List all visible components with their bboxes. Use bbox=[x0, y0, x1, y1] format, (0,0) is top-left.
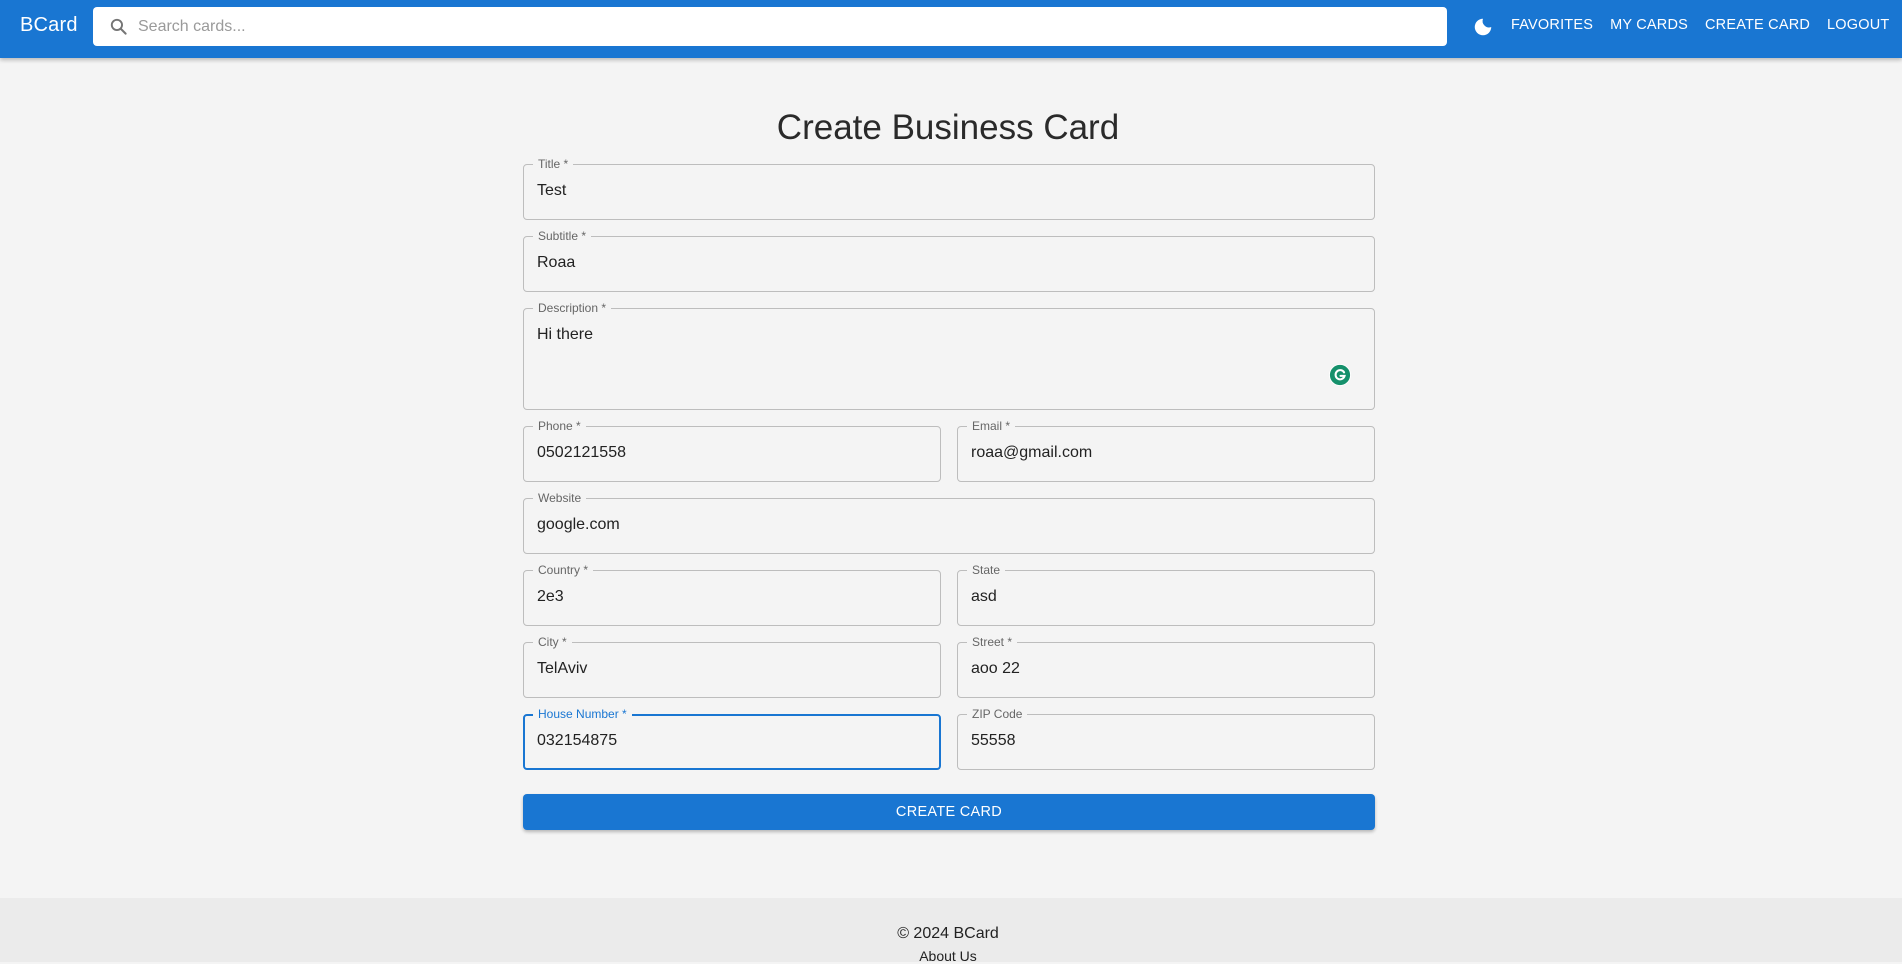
nav-my-cards[interactable]: MY CARDS bbox=[1610, 17, 1688, 33]
email-field[interactable]: Email * roaa@gmail.com bbox=[957, 419, 1375, 482]
app-bar: BCard FAVORITES MY CARDS CREATE CARD LOG… bbox=[0, 0, 1902, 58]
email-field-value[interactable]: roaa@gmail.com bbox=[971, 444, 1092, 462]
nav-create-card[interactable]: CREATE CARD bbox=[1705, 17, 1810, 33]
house-number-field[interactable]: House Number * 032154875 bbox=[523, 707, 941, 770]
city-field[interactable]: City * TelAviv bbox=[523, 635, 941, 698]
description-field-label: Description * bbox=[533, 301, 612, 315]
city-field-value[interactable]: TelAviv bbox=[537, 660, 587, 678]
email-field-label: Email * bbox=[967, 419, 1016, 433]
nav-logout[interactable]: LOGOUT bbox=[1827, 17, 1889, 33]
country-field[interactable]: Country * 2e3 bbox=[523, 563, 941, 626]
street-field-label: Street * bbox=[967, 635, 1018, 649]
country-field-label: Country * bbox=[533, 563, 594, 577]
country-field-value[interactable]: 2e3 bbox=[537, 588, 564, 606]
city-field-label: City * bbox=[533, 635, 572, 649]
zip-field-label: ZIP Code bbox=[967, 707, 1028, 721]
website-field[interactable]: Website google.com bbox=[523, 491, 1375, 554]
title-field[interactable]: Title * Test bbox=[523, 157, 1375, 220]
phone-field-label: Phone * bbox=[533, 419, 586, 433]
street-field[interactable]: Street * aoo 22 bbox=[957, 635, 1375, 698]
state-field-label: State bbox=[967, 563, 1006, 577]
main-nav: FAVORITES MY CARDS CREATE CARD LOGOUT bbox=[1511, 17, 1902, 33]
footer-copyright: © 2024 BCard bbox=[897, 925, 999, 942]
house-number-field-label: House Number * bbox=[533, 707, 632, 721]
house-number-field-value[interactable]: 032154875 bbox=[537, 732, 617, 750]
phone-field[interactable]: Phone * 0502121558 bbox=[523, 419, 941, 482]
state-field-value[interactable]: asd bbox=[971, 588, 997, 606]
nav-favorites[interactable]: FAVORITES bbox=[1511, 17, 1593, 33]
website-field-value[interactable]: google.com bbox=[537, 516, 620, 534]
brand-logo[interactable]: BCard bbox=[20, 14, 78, 37]
search-box[interactable] bbox=[93, 7, 1447, 46]
phone-field-value[interactable]: 0502121558 bbox=[537, 444, 626, 462]
subtitle-field-value[interactable]: Roaa bbox=[537, 254, 575, 272]
title-field-label: Title * bbox=[533, 157, 574, 171]
grammarly-icon[interactable] bbox=[1329, 364, 1351, 386]
subtitle-field-label: Subtitle * bbox=[533, 229, 592, 243]
create-card-button[interactable]: CREATE CARD bbox=[523, 794, 1375, 830]
zip-field[interactable]: ZIP Code 55558 bbox=[957, 707, 1375, 770]
zip-field-value[interactable]: 55558 bbox=[971, 732, 1016, 750]
street-field-value[interactable]: aoo 22 bbox=[971, 660, 1020, 678]
search-input[interactable] bbox=[138, 7, 1428, 46]
state-field[interactable]: State asd bbox=[957, 563, 1375, 626]
footer: © 2024 BCard About Us bbox=[0, 898, 1902, 964]
page-title: Create Business Card bbox=[776, 108, 1120, 147]
website-field-label: Website bbox=[533, 491, 587, 505]
search-icon bbox=[110, 18, 127, 35]
description-field-value[interactable]: Hi there bbox=[537, 326, 593, 344]
title-field-value[interactable]: Test bbox=[537, 182, 566, 200]
subtitle-field[interactable]: Subtitle * Roaa bbox=[523, 229, 1375, 292]
description-field[interactable]: Description * Hi there bbox=[523, 301, 1375, 410]
moon-icon[interactable] bbox=[1472, 16, 1494, 38]
